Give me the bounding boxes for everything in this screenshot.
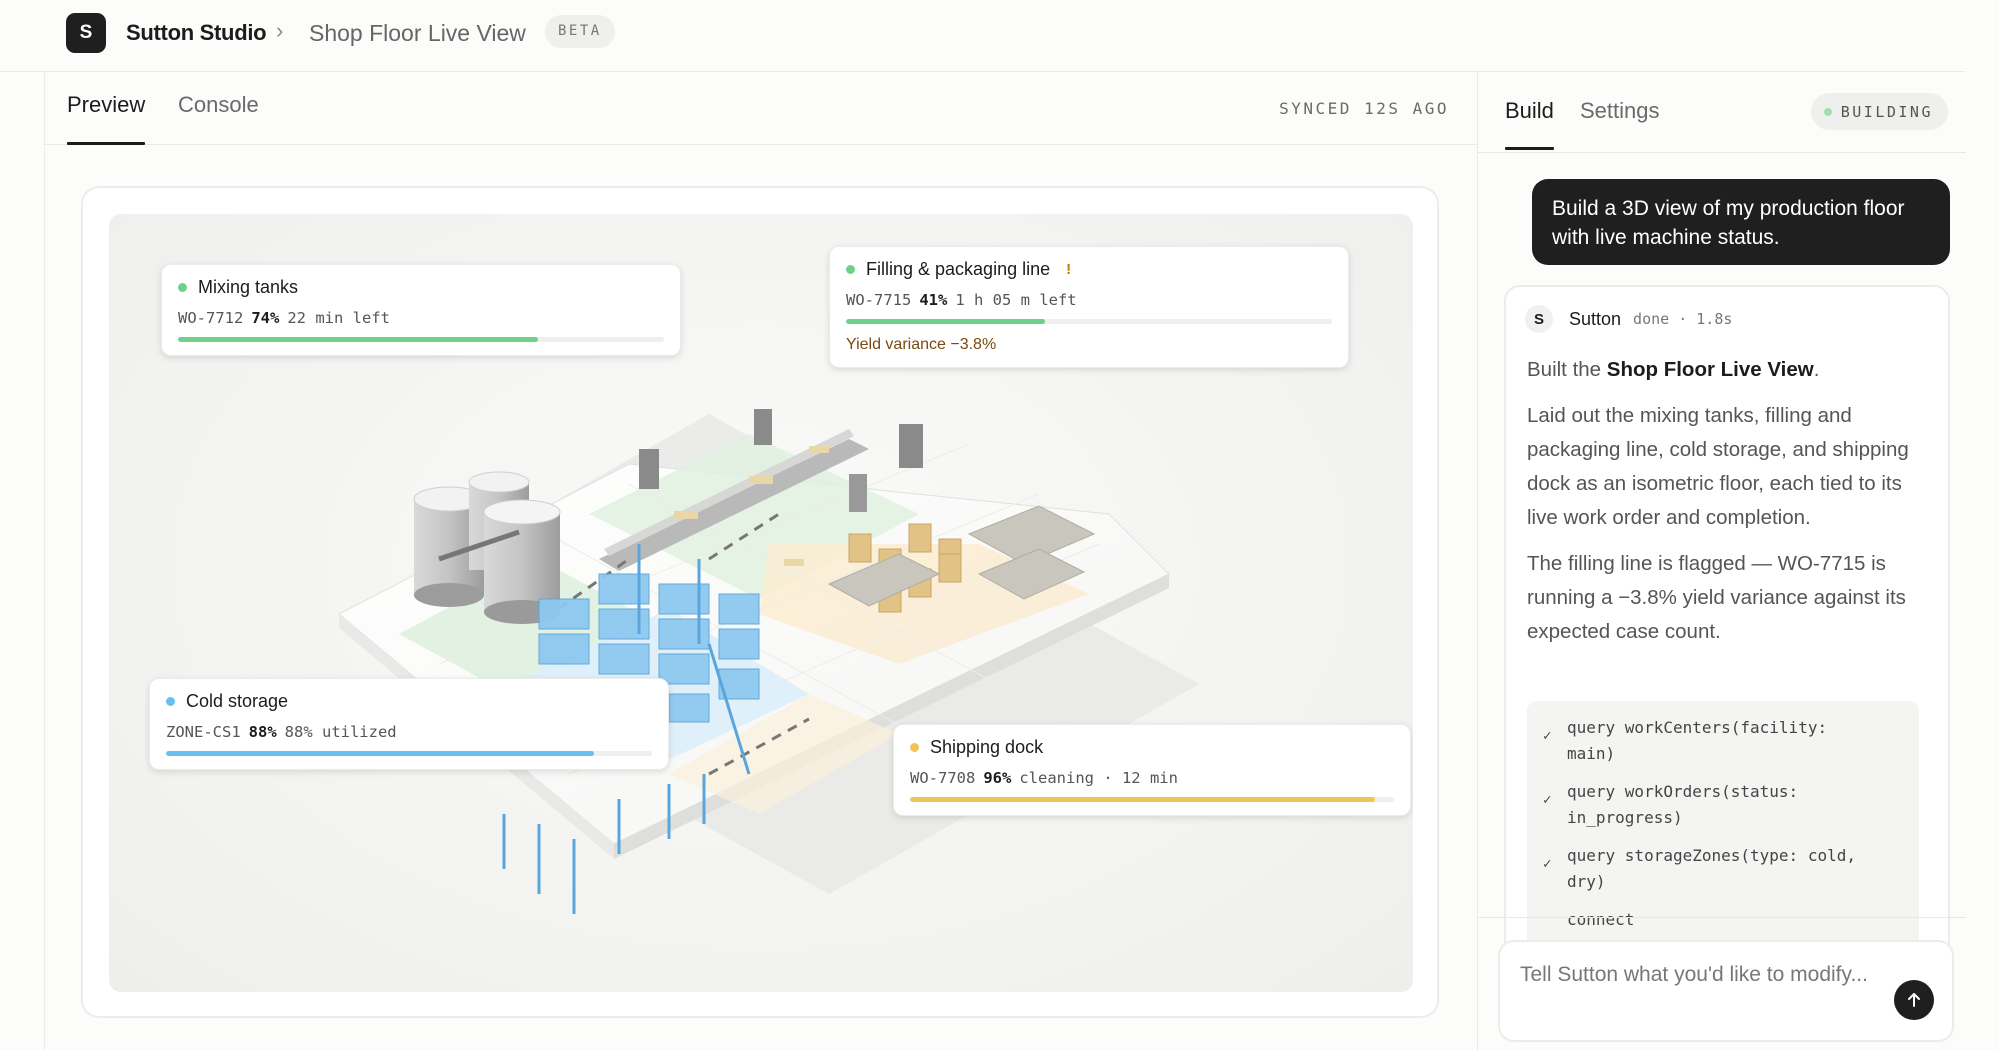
build-panel: Build Settings BUILDING Build a 3D view … bbox=[1477, 72, 1966, 1050]
build-status-badge: BUILDING bbox=[1810, 93, 1948, 130]
chat-input-placeholder[interactable]: Tell Sutton what you'd like to modify... bbox=[1520, 959, 1880, 991]
page-title: Shop Floor Live View bbox=[309, 20, 526, 46]
status-dot-icon bbox=[178, 283, 187, 292]
check-icon: ✓ bbox=[1543, 792, 1552, 808]
progress-fill bbox=[178, 337, 538, 342]
floor-canvas[interactable]: Mixing tanks WO-7712 74% 22 min left Filli… bbox=[109, 214, 1413, 992]
time-remaining: 1 h 05 m left bbox=[955, 291, 1077, 309]
preview-pane: Preview Console SYNCED 12S AGO Mixing ta… bbox=[44, 72, 1477, 1050]
tool-call-text: query workOrders(status: in_progress) bbox=[1567, 782, 1799, 827]
check-icon: ✓ bbox=[1543, 728, 1552, 744]
chat-input[interactable]: Tell Sutton what you'd like to modify... bbox=[1498, 940, 1954, 1042]
user-message: Build a 3D view of my production floor w… bbox=[1532, 179, 1950, 265]
tab-console[interactable]: Console bbox=[178, 92, 259, 118]
preview-tabs: Preview Console SYNCED 12S AGO bbox=[45, 72, 1477, 145]
status-detail: cleaning · 12 min bbox=[1019, 769, 1178, 787]
tab-preview[interactable]: Preview bbox=[67, 92, 146, 145]
utilization-detail: 88% utilized bbox=[284, 723, 397, 741]
card-title: Shipping dock bbox=[930, 737, 1044, 757]
assistant-intro: Built the Shop Floor Live View. bbox=[1527, 353, 1937, 387]
status-dot-icon bbox=[1823, 107, 1832, 116]
beta-badge: BETA bbox=[545, 15, 615, 48]
completion-percent: 96% bbox=[983, 769, 1012, 787]
check-icon: ✓ bbox=[1543, 856, 1552, 872]
tool-call-text: query workCenters(facility: main) bbox=[1567, 718, 1828, 763]
assistant-body: Built the Shop Floor Live View. Laid out… bbox=[1527, 353, 1937, 661]
status-dot-icon bbox=[846, 265, 855, 274]
card-title: Mixing tanks bbox=[198, 277, 299, 297]
yield-variance-warning: Yield variance −3.8% bbox=[846, 336, 997, 353]
tool-call-row: ✓ query storageZones(type: cold, dry) bbox=[1543, 843, 1903, 895]
shipping-dock-card[interactable]: Shipping dock WO-7708 96% cleaning · 12 mi… bbox=[893, 724, 1411, 816]
cold-storage-card[interactable]: Cold storage ZONE-CS1 88% 88% utilized bbox=[149, 678, 669, 770]
intro-suffix: . bbox=[1813, 358, 1820, 381]
time-remaining: 22 min left bbox=[287, 309, 390, 327]
intro-bold: Shop Floor Live View bbox=[1606, 358, 1814, 381]
warning-flag-icon: ! bbox=[1066, 261, 1072, 278]
progress-bar bbox=[178, 337, 664, 342]
assistant-paragraph: Laid out the mixing tanks, filling and p… bbox=[1527, 404, 1909, 529]
progress-bar bbox=[846, 319, 1332, 324]
progress-fill bbox=[910, 797, 1375, 802]
completion-percent: 74% bbox=[251, 309, 280, 327]
mixing-tanks-card[interactable]: Mixing tanks WO-7712 74% 22 min left bbox=[161, 264, 681, 356]
progress-bar bbox=[166, 751, 652, 756]
tool-call-row: ✓ query workCenters(facility: main) bbox=[1543, 715, 1903, 767]
work-order-id: WO-7715 bbox=[846, 291, 912, 309]
assistant-message: S Sutton done · 1.8s Built the Shop Floo… bbox=[1504, 285, 1950, 985]
preview-card: Mixing tanks WO-7712 74% 22 min left Filli… bbox=[81, 186, 1439, 1018]
tab-build[interactable]: Build bbox=[1505, 98, 1554, 150]
zone-id: ZONE-CS1 bbox=[166, 723, 241, 741]
progress-bar bbox=[910, 797, 1394, 802]
send-button[interactable] bbox=[1894, 980, 1934, 1020]
filling-line-card[interactable]: Filling & packaging line ! WO-7715 41% 1 h… bbox=[829, 246, 1349, 368]
top-bar: S Sutton Studio › Shop Floor Live View B… bbox=[0, 0, 1965, 72]
org-name[interactable]: Sutton Studio bbox=[126, 20, 267, 46]
breadcrumb-chevron-icon: › bbox=[276, 18, 284, 43]
assistant-name: Sutton bbox=[1569, 308, 1622, 329]
assistant-avatar: S bbox=[1525, 305, 1553, 333]
status-dot-icon bbox=[166, 697, 175, 706]
completion-percent: 41% bbox=[919, 291, 948, 309]
work-order-id: WO-7708 bbox=[910, 769, 976, 787]
progress-fill bbox=[166, 751, 594, 756]
sync-status: SYNCED 12S AGO bbox=[1279, 99, 1449, 118]
check-icon bbox=[1543, 907, 1567, 933]
card-title: Filling & packaging line bbox=[866, 259, 1051, 279]
tool-call-row: ✓ query workOrders(status: in_progress) bbox=[1543, 779, 1903, 831]
assistant-status: done · 1.8s bbox=[1633, 310, 1733, 328]
arrow-up-icon bbox=[1908, 993, 1920, 1007]
build-tabs: Build Settings BUILDING bbox=[1478, 72, 1966, 153]
work-order-id: WO-7712 bbox=[178, 309, 244, 327]
status-dot-icon bbox=[910, 743, 919, 752]
intro-text: Built the bbox=[1527, 358, 1607, 381]
divider bbox=[1478, 917, 1966, 918]
card-title: Cold storage bbox=[186, 691, 289, 711]
utilization-percent: 88% bbox=[248, 723, 277, 741]
progress-fill bbox=[846, 319, 1046, 324]
tool-call-text: connect bbox=[1567, 910, 1635, 929]
tool-call-row: connect bbox=[1543, 907, 1903, 933]
tool-call-text: query storageZones(type: cold, dry) bbox=[1567, 846, 1856, 891]
org-logo[interactable]: S bbox=[66, 13, 106, 53]
build-status-label: BUILDING bbox=[1840, 102, 1933, 121]
tab-settings[interactable]: Settings bbox=[1580, 98, 1660, 124]
assistant-paragraph: The filling line is flagged — WO-7715 is… bbox=[1527, 552, 1906, 643]
